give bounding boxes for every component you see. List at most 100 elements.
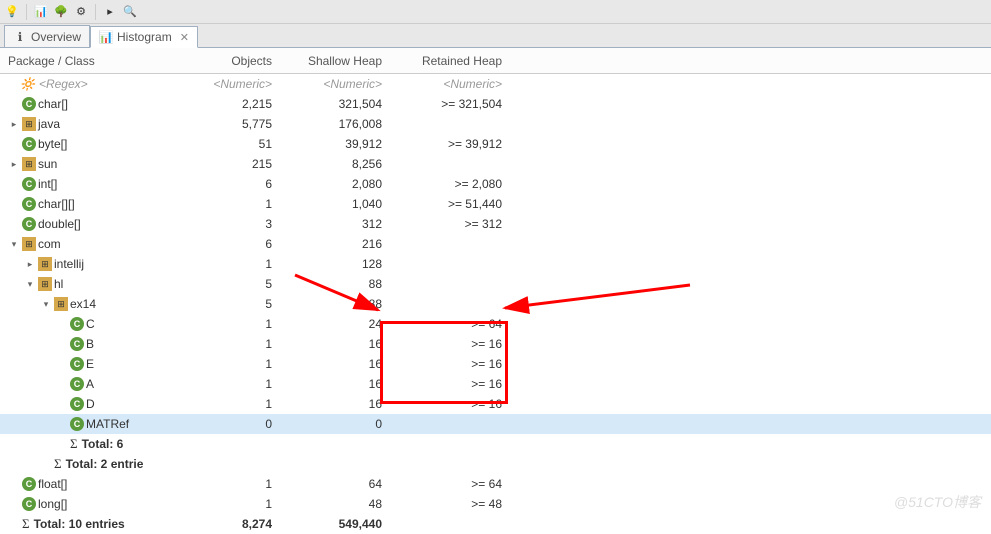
row-label: java [38, 117, 60, 131]
table-row[interactable]: ▾⊞hl588 [0, 274, 991, 294]
package-icon: ⊞ [22, 117, 36, 131]
sigma-icon: Σ [22, 516, 30, 532]
table-row[interactable]: Clong[]148>= 48 [0, 494, 991, 514]
cell-retained: >= 64 [390, 477, 510, 491]
table-row[interactable]: Cchar[]2,215321,504>= 321,504 [0, 94, 991, 114]
cell-retained: >= 2,080 [390, 177, 510, 191]
expander-icon[interactable]: ▾ [40, 299, 52, 310]
cell-objects: 3 [180, 217, 280, 231]
col-header-retained[interactable]: Retained Heap [390, 54, 510, 68]
table-row[interactable]: CA116>= 16 [0, 374, 991, 394]
cell-objects: 1 [180, 337, 280, 351]
table-row[interactable]: ▸⊞intellij1128 [0, 254, 991, 274]
tool-histogram-icon[interactable]: 📊 [33, 4, 49, 20]
cell-retained: >= 312 [390, 217, 510, 231]
cell-shallow: 128 [280, 257, 390, 271]
expander-icon[interactable]: ▸ [24, 259, 36, 270]
cell-objects: 51 [180, 137, 280, 151]
class-icon: C [70, 377, 84, 391]
cell-shallow: 216 [280, 237, 390, 251]
cell-shallow: 16 [280, 337, 390, 351]
cell-shallow: 16 [280, 397, 390, 411]
filter-regex[interactable]: 🔆<Regex> [0, 77, 180, 91]
expander-icon[interactable]: ▸ [8, 159, 20, 170]
row-label: C [86, 317, 95, 331]
filter-objects[interactable]: <Numeric> [180, 77, 280, 91]
tab-bar: ℹ Overview 📊 Histogram ✕ [0, 24, 991, 48]
table-row[interactable]: Cint[]62,080>= 2,080 [0, 174, 991, 194]
table-row[interactable]: Cchar[][]11,040>= 51,440 [0, 194, 991, 214]
toolbar: 💡 📊 🌳 ⚙ ▸ 🔍 [0, 0, 991, 24]
table-row[interactable]: ▸⊞java5,775176,008 [0, 114, 991, 134]
cell-shallow: 48 [280, 497, 390, 511]
col-header-package[interactable]: Package / Class [0, 54, 180, 68]
table-row[interactable]: Cfloat[]164>= 64 [0, 474, 991, 494]
tool-insight-icon[interactable]: 💡 [4, 4, 20, 20]
table-row[interactable]: CB116>= 16 [0, 334, 991, 354]
col-header-objects[interactable]: Objects [180, 54, 280, 68]
expander-icon[interactable]: ▾ [8, 239, 20, 250]
class-icon: C [22, 497, 36, 511]
table-row[interactable]: Cbyte[]5139,912>= 39,912 [0, 134, 991, 154]
table-row[interactable]: ▾⊞com6216 [0, 234, 991, 254]
tool-query-icon[interactable]: ▸ [102, 4, 118, 20]
tab-overview[interactable]: ℹ Overview [4, 25, 90, 47]
cell-objects: 6 [180, 237, 280, 251]
class-icon: C [70, 397, 84, 411]
cell-shallow: 0 [280, 417, 390, 431]
tool-tree-icon[interactable]: 🌳 [53, 4, 69, 20]
cell-retained: >= 16 [390, 357, 510, 371]
cell-objects: 5 [180, 297, 280, 311]
cell-objects: 1 [180, 397, 280, 411]
close-icon[interactable]: ✕ [180, 31, 189, 44]
histogram-icon: 📊 [99, 30, 113, 44]
cell-objects: 1 [180, 357, 280, 371]
cell-objects: 1 [180, 257, 280, 271]
row-label: A [86, 377, 94, 391]
row-label: char[] [38, 97, 68, 111]
expander-icon[interactable]: ▸ [8, 119, 20, 130]
col-header-shallow[interactable]: Shallow Heap [280, 54, 390, 68]
cell-retained: >= 51,440 [390, 197, 510, 211]
table-row[interactable]: CC124>= 64 [0, 314, 991, 334]
cell-objects: 1 [180, 477, 280, 491]
sigma-icon: Σ [70, 436, 78, 452]
table-row[interactable]: CD116>= 16 [0, 394, 991, 414]
filter-icon: 🔆 [20, 77, 35, 91]
table-row[interactable]: ΣTotal: 6 [0, 434, 991, 454]
separator [26, 4, 27, 20]
tab-label: Overview [31, 30, 81, 44]
cell-objects: 1 [180, 197, 280, 211]
table-row[interactable]: Cdouble[]3312>= 312 [0, 214, 991, 234]
class-icon: C [22, 137, 36, 151]
class-icon: C [22, 97, 36, 111]
table-row[interactable]: ΣTotal: 10 entries8,274549,440 [0, 514, 991, 534]
cell-objects: 0 [180, 417, 280, 431]
class-icon: C [70, 337, 84, 351]
table-row[interactable]: ▸⊞sun2158,256 [0, 154, 991, 174]
class-icon: C [70, 357, 84, 371]
class-icon: C [22, 177, 36, 191]
tab-histogram[interactable]: 📊 Histogram ✕ [90, 26, 198, 48]
tool-search-icon[interactable]: 🔍 [122, 4, 138, 20]
cell-objects: 2,215 [180, 97, 280, 111]
tool-threads-icon[interactable]: ⚙ [73, 4, 89, 20]
filter-retained[interactable]: <Numeric> [390, 77, 510, 91]
expander-icon[interactable]: ▾ [24, 279, 36, 290]
row-label: E [86, 357, 94, 371]
cell-objects: 6 [180, 177, 280, 191]
row-label: com [38, 237, 61, 251]
cell-objects: 8,274 [180, 517, 280, 531]
row-label: D [86, 397, 95, 411]
table-row[interactable]: ▾⊞ex14588 [0, 294, 991, 314]
filter-shallow[interactable]: <Numeric> [280, 77, 390, 91]
table-row[interactable]: CMATRef00 [0, 414, 991, 434]
histogram-table: Package / Class Objects Shallow Heap Ret… [0, 48, 991, 534]
cell-shallow: 1,040 [280, 197, 390, 211]
filter-row: 🔆<Regex> <Numeric> <Numeric> <Numeric> [0, 74, 991, 94]
cell-retained: >= 16 [390, 377, 510, 391]
tab-label: Histogram [117, 30, 172, 44]
cell-shallow: 8,256 [280, 157, 390, 171]
table-row[interactable]: CE116>= 16 [0, 354, 991, 374]
table-row[interactable]: ΣTotal: 2 entrie [0, 454, 991, 474]
